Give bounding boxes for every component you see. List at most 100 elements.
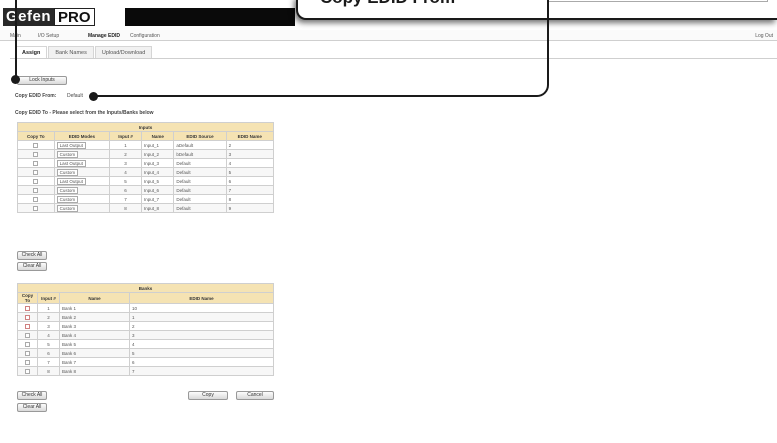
nav-configuration[interactable]: Configuration [130,33,160,39]
edid-mode-select[interactable]: Last Output [56,177,86,185]
copy-to-cell [17,158,55,168]
copy-to-cell [17,357,38,367]
edid-mode-cell: Custom [53,194,111,204]
clear-all-banks-button[interactable]: Clear All [17,403,47,412]
copy-to-cell [17,167,55,177]
input-name-cell: Input_7 [141,194,175,204]
copy-to-checkbox[interactable] [25,314,30,320]
input-name-cell: Input_4 [141,167,175,177]
bank-edid-name-cell: 1 [129,312,274,322]
banks-table: Banks Copy To Input # Name EDID Name 1 Ba… [17,283,274,376]
edid-name-cell: 2 [225,140,275,150]
input-name-cell: Input_6 [141,185,175,195]
edid-mode-select[interactable]: Last Output [56,141,86,149]
copy-from-select[interactable]: Default [67,93,83,99]
header-bar [125,8,295,26]
check-all-banks-button[interactable]: Check All [17,391,47,400]
copy-to-checkbox[interactable] [25,341,30,347]
bank-num-cell: 1 [37,303,60,313]
edid-name-cell: 8 [225,194,275,204]
copy-to-checkbox[interactable] [33,142,39,148]
inputs-table: Inputs Copy To EDID Modes Input # Name E… [17,122,275,213]
edid-name-cell: 5 [225,167,275,177]
edid-mode-select[interactable]: Custom [56,168,79,176]
table-row: 6 Bank 65 [17,348,274,358]
edid-source-cell: Default [173,203,227,213]
copy-to-checkbox[interactable] [25,359,30,365]
banks-table-body: 1 Bank 1 10 2 Bank 2 1 3 Bank 3 2 4 Bank 4 3 5 Bank 5… [17,303,274,376]
inputs-col-copy-to: Copy To [17,131,55,141]
banks-col-input-num: Input # [37,292,60,304]
leader-dot-copy-from [89,92,98,101]
edid-mode-cell: Custom [53,167,111,177]
edid-source-cell: aDefault [173,140,227,150]
bank-edid-name-cell: 7 [129,366,274,376]
nav-main[interactable]: Main [10,33,21,39]
edid-mode-select[interactable]: Custom [56,150,79,158]
table-row: 5 Bank 54 [17,339,274,349]
copy-to-checkbox[interactable] [33,169,39,175]
copy-to-checkbox[interactable] [25,332,30,338]
inputs-col-edid-modes: EDID Modes [53,131,111,141]
edid-mode-cell: Last Output [53,140,111,150]
nav-io-setup[interactable]: I/O Setup [38,33,59,39]
copy-button[interactable]: Copy [188,391,228,400]
edid-mode-cell: Custom [53,203,111,213]
bank-name-cell: Bank 5 [59,339,130,349]
copy-to-cell [17,203,55,213]
bank-edid-name-cell: 4 [129,339,274,349]
copy-to-checkbox[interactable] [33,196,39,202]
edid-mode-cell: Last Output [53,176,111,186]
copy-to-checkbox[interactable] [25,323,30,329]
table-row: 8 Bank 87 [17,366,274,376]
table-row: 4 Bank 43 [17,330,274,340]
tab-bank-names[interactable]: Bank Names [48,46,94,58]
tab-upload-download[interactable]: Upload/Download [94,46,153,58]
check-all-inputs-button[interactable]: Check All [17,251,47,260]
callout-title: Copy EDID From [320,0,455,8]
inputs-col-name: Name [141,131,175,141]
table-row: Last Output 3 Input_3 Default 4 [17,158,275,168]
cancel-button[interactable]: Cancel [236,391,274,400]
bank-num-cell: 6 [37,348,60,358]
banks-col-copy-to: Copy To [17,292,38,304]
inputs-col-edid-source: EDID Source [173,131,227,141]
tab-assign[interactable]: Assign [15,46,48,58]
copy-to-checkbox[interactable] [25,305,30,311]
copy-to-cell [17,149,55,159]
input-num-cell: 2 [109,149,143,159]
edid-mode-select[interactable]: Last Output [56,159,86,167]
copy-to-cell [17,330,38,340]
lock-inputs-button[interactable]: Lock Inputs [17,76,67,85]
input-name-cell: Input_1 [141,140,175,150]
bank-num-cell: 7 [37,357,60,367]
copy-to-checkbox[interactable] [33,187,39,193]
nav-manage-edid[interactable]: Manage EDID [88,33,120,39]
edid-mode-select[interactable]: Custom [56,186,79,194]
leader-dot-top-button [11,75,20,84]
copy-to-checkbox[interactable] [33,205,39,211]
logo-pro: PRO [54,8,95,26]
bank-num-cell: 3 [37,321,60,331]
input-num-cell: 4 [109,167,143,177]
edid-mode-cell: Last Output [53,158,111,168]
edid-mode-select[interactable]: Custom [56,204,79,212]
copy-to-cell [17,176,55,186]
clear-all-inputs-button[interactable]: Clear All [17,262,47,271]
table-row: 2 Bank 21 [17,312,274,322]
copy-to-checkbox[interactable] [33,151,39,157]
input-name-cell: Input_8 [141,203,175,213]
copy-to-checkbox[interactable] [33,160,39,166]
bank-edid-name-cell: 6 [129,357,274,367]
input-name-cell: Input_5 [141,176,175,186]
input-num-cell: 1 [109,140,143,150]
copy-to-checkbox[interactable] [25,368,30,374]
edid-mode-select[interactable]: Custom [56,195,79,203]
nav-logout[interactable]: Log Out [755,33,773,39]
copy-to-checkbox[interactable] [25,350,30,356]
input-name-cell: Input_3 [141,158,175,168]
bank-name-cell: Bank 6 [59,348,130,358]
edid-name-cell: 9 [225,203,275,213]
bank-edid-name-cell: 5 [129,348,274,358]
copy-to-checkbox[interactable] [33,178,39,184]
